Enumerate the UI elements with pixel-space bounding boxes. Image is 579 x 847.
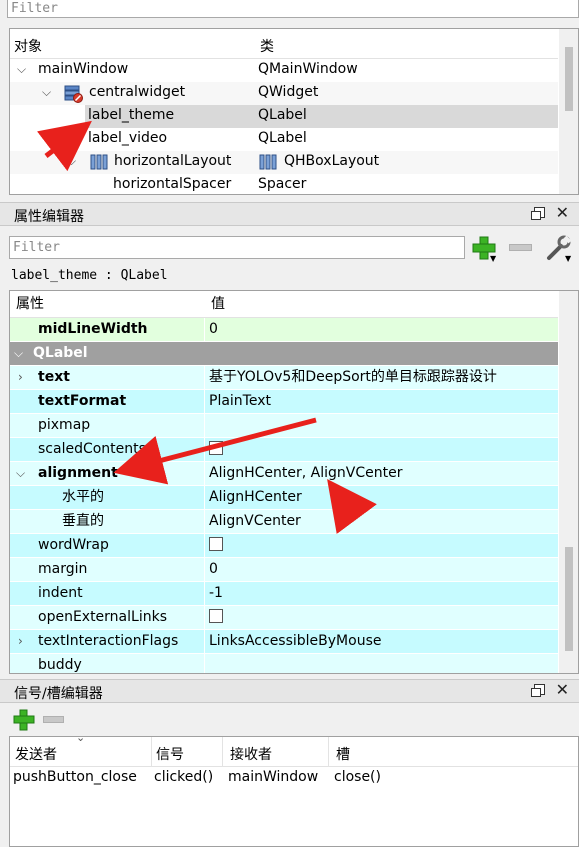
arrow-to-alignment-value — [327, 478, 377, 535]
annotation-arrows — [37, 120, 377, 535]
arrow-to-alignment — [113, 417, 317, 485]
arrow-to-label-theme — [37, 120, 92, 172]
